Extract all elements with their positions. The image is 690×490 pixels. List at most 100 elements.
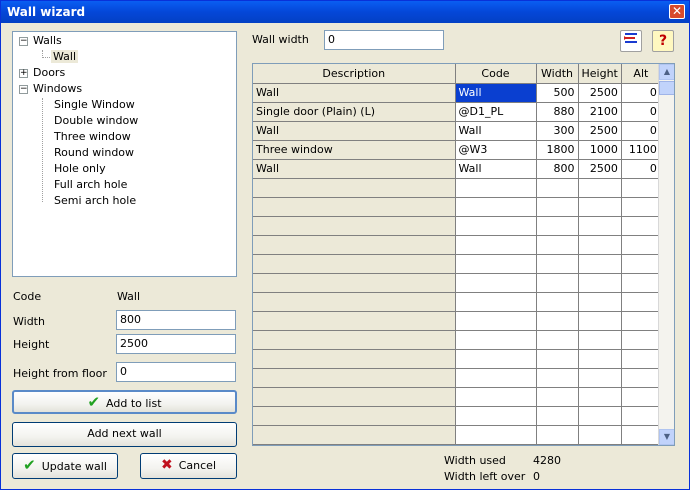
close-button[interactable]: ✕ [669, 4, 685, 19]
empty-cell[interactable] [621, 368, 661, 388]
empty-cell[interactable] [253, 311, 456, 331]
height-cell[interactable]: 2500 [578, 83, 622, 103]
empty-cell[interactable] [455, 425, 537, 445]
width-cell[interactable]: 1800 [536, 140, 579, 160]
tree-item-walls[interactable]: Walls [33, 33, 62, 49]
empty-table-row[interactable] [253, 178, 661, 198]
empty-table-row[interactable] [253, 387, 661, 407]
scroll-down-button[interactable]: ▼ [659, 429, 674, 445]
empty-cell[interactable] [253, 406, 456, 426]
empty-cell[interactable] [621, 425, 661, 445]
empty-cell[interactable] [536, 368, 579, 388]
empty-cell[interactable] [578, 292, 622, 312]
empty-cell[interactable] [455, 216, 537, 236]
empty-cell[interactable] [455, 178, 537, 198]
settings-list-button[interactable] [620, 30, 642, 52]
width-field[interactable]: 800 [116, 310, 236, 330]
tree-item-round-window[interactable]: Round window [54, 145, 134, 161]
table-row[interactable]: Wall Wall 800 2500 0 [253, 159, 661, 179]
empty-cell[interactable] [578, 425, 622, 445]
empty-cell[interactable] [455, 330, 537, 350]
tree-item-semi-arch-hole[interactable]: Semi arch hole [54, 193, 136, 209]
empty-table-row[interactable] [253, 311, 661, 331]
scroll-up-button[interactable]: ▲ [659, 64, 674, 80]
empty-cell[interactable] [536, 197, 579, 217]
tree-item-double-window[interactable]: Double window [54, 113, 138, 129]
empty-cell[interactable] [253, 197, 456, 217]
empty-cell[interactable] [536, 235, 579, 255]
add-to-list-button[interactable]: ✔ Add to list [12, 390, 237, 414]
empty-cell[interactable] [621, 349, 661, 369]
empty-cell[interactable] [253, 349, 456, 369]
height-from-floor-field[interactable]: 0 [116, 362, 236, 382]
empty-table-row[interactable] [253, 368, 661, 388]
title-bar[interactable]: Wall wizard ✕ [1, 1, 689, 23]
empty-cell[interactable] [621, 254, 661, 274]
empty-cell[interactable] [578, 330, 622, 350]
collapse-windows-toggle[interactable]: − [19, 85, 28, 94]
description-cell[interactable]: Single door (Plain) (L) [253, 102, 456, 122]
width-cell[interactable]: 800 [536, 159, 579, 179]
wall-grid[interactable]: Description Code Width Height Alt Wall W… [252, 63, 675, 446]
alt-cell[interactable]: 0 [621, 159, 661, 179]
empty-table-row[interactable] [253, 254, 661, 274]
empty-cell[interactable] [455, 254, 537, 274]
empty-cell[interactable] [455, 311, 537, 331]
empty-table-row[interactable] [253, 406, 661, 426]
empty-cell[interactable] [455, 349, 537, 369]
tree-item-windows[interactable]: Windows [33, 81, 82, 97]
empty-cell[interactable] [253, 387, 456, 407]
empty-table-row[interactable] [253, 235, 661, 255]
description-cell[interactable]: Wall [253, 121, 456, 141]
description-cell[interactable]: Three window [253, 140, 456, 160]
empty-table-row[interactable] [253, 197, 661, 217]
tree-item-three-window[interactable]: Three window [54, 129, 131, 145]
expand-doors-toggle[interactable]: + [19, 69, 28, 78]
tree-item-single-window[interactable]: Single Window [54, 97, 135, 113]
empty-cell[interactable] [621, 387, 661, 407]
empty-cell[interactable] [578, 368, 622, 388]
empty-cell[interactable] [621, 330, 661, 350]
empty-cell[interactable] [536, 387, 579, 407]
empty-cell[interactable] [536, 349, 579, 369]
empty-cell[interactable] [455, 368, 537, 388]
code-cell[interactable]: Wall [455, 83, 537, 103]
code-cell[interactable]: Wall [455, 121, 537, 141]
empty-cell[interactable] [536, 292, 579, 312]
empty-cell[interactable] [578, 387, 622, 407]
empty-cell[interactable] [253, 216, 456, 236]
alt-cell[interactable]: 0 [621, 121, 661, 141]
height-cell[interactable]: 2100 [578, 102, 622, 122]
width-cell[interactable]: 880 [536, 102, 579, 122]
tree-item-hole-only[interactable]: Hole only [54, 161, 106, 177]
table-row[interactable]: Three window @W3 1800 1000 1100 [253, 140, 661, 160]
empty-cell[interactable] [578, 349, 622, 369]
empty-table-row[interactable] [253, 292, 661, 312]
code-cell[interactable]: @D1_PL [455, 102, 537, 122]
code-cell[interactable]: @W3 [455, 140, 537, 160]
empty-cell[interactable] [455, 235, 537, 255]
vertical-scrollbar[interactable]: ▲ ▼ [658, 64, 674, 445]
scroll-thumb[interactable] [659, 81, 674, 95]
height-field[interactable]: 2500 [116, 334, 236, 354]
empty-cell[interactable] [253, 254, 456, 274]
empty-cell[interactable] [621, 311, 661, 331]
element-tree[interactable]: − Walls Wall + Doors − Windows Single Wi… [12, 31, 237, 277]
empty-cell[interactable] [621, 273, 661, 293]
width-cell[interactable]: 500 [536, 83, 579, 103]
empty-cell[interactable] [578, 178, 622, 198]
tree-item-wall[interactable]: Wall [51, 49, 79, 65]
table-row[interactable]: Wall Wall 500 2500 0 [253, 83, 661, 103]
empty-cell[interactable] [536, 425, 579, 445]
add-next-wall-button[interactable]: Add next wall [12, 422, 237, 447]
table-row[interactable]: Single door (Plain) (L) @D1_PL 880 2100 … [253, 102, 661, 122]
empty-cell[interactable] [536, 406, 579, 426]
empty-cell[interactable] [455, 292, 537, 312]
tree-item-doors[interactable]: Doors [33, 65, 65, 81]
table-row[interactable]: Wall Wall 300 2500 0 [253, 121, 661, 141]
empty-cell[interactable] [621, 406, 661, 426]
empty-cell[interactable] [536, 330, 579, 350]
empty-cell[interactable] [578, 311, 622, 331]
height-cell[interactable]: 2500 [578, 159, 622, 179]
help-button[interactable]: ? [652, 30, 674, 52]
